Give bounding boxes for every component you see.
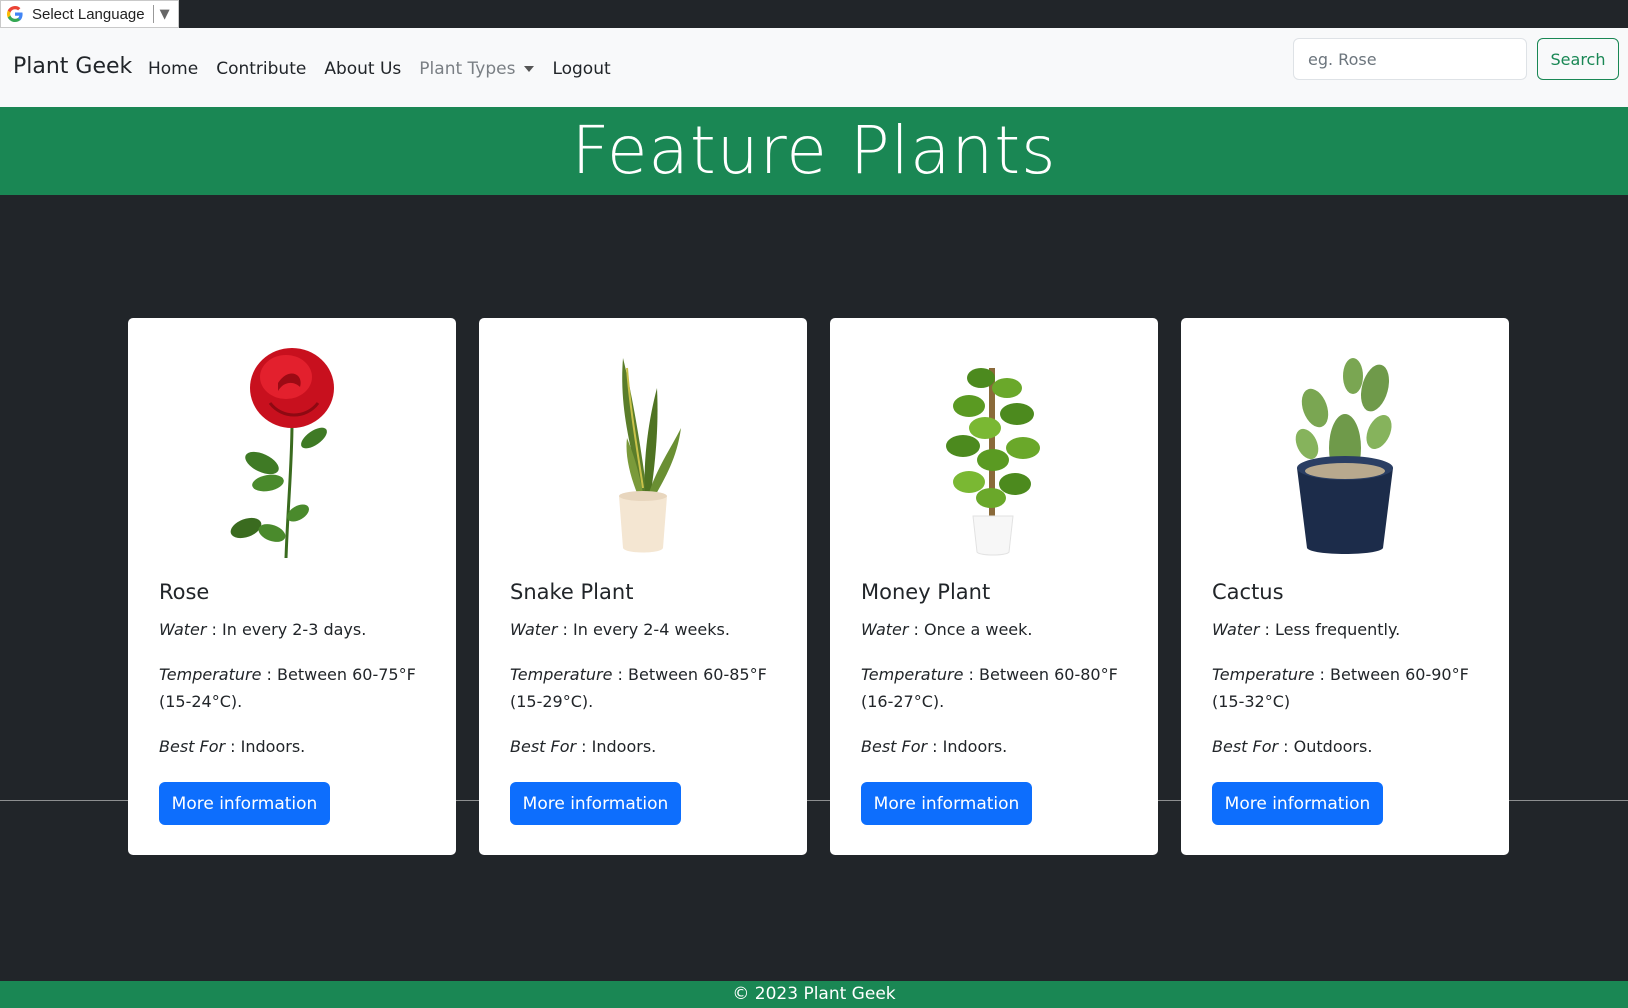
- plant-card-money-plant: Money Plant Water : Once a week. Tempera…: [830, 318, 1158, 855]
- water-key: Water: [510, 620, 558, 639]
- search-button[interactable]: Search: [1537, 38, 1619, 80]
- nav-plant-types-dropdown[interactable]: Plant Types: [419, 59, 535, 79]
- water-value: : Once a week.: [908, 620, 1033, 639]
- temperature-key: Temperature: [510, 665, 613, 684]
- card-temperature: Temperature : Between 60-90°F (15-32°C): [1212, 661, 1487, 715]
- card-water: Water : In every 2-4 weeks.: [510, 616, 785, 643]
- water-value: : In every 2-4 weeks.: [557, 620, 730, 639]
- plant-card-cactus: Cactus Water : Less frequently. Temperat…: [1181, 318, 1509, 855]
- nav-links: Home Contribute About Us Plant Types Log…: [148, 59, 629, 79]
- more-information-button[interactable]: More information: [159, 782, 330, 825]
- best-for-key: Best For: [861, 737, 928, 756]
- google-g-icon: [4, 3, 26, 25]
- best-for-value: : Indoors.: [927, 737, 1008, 756]
- card-title: Snake Plant: [510, 580, 634, 604]
- water-key: Water: [861, 620, 909, 639]
- card-title: Cactus: [1212, 580, 1284, 604]
- snake-plant-image: [479, 338, 807, 568]
- card-best-for: Best For : Outdoors.: [1212, 733, 1487, 760]
- rose-image: [128, 338, 456, 568]
- navbar: Plant Geek Home Contribute About Us Plan…: [0, 28, 1628, 107]
- nav-contribute[interactable]: Contribute: [216, 59, 306, 79]
- more-information-button[interactable]: More information: [1212, 782, 1383, 825]
- card-body: Rose Water : In every 2-3 days. Temperat…: [159, 580, 434, 778]
- nav-about-us[interactable]: About Us: [324, 59, 401, 79]
- card-best-for: Best For : Indoors.: [159, 733, 434, 760]
- nav-logout[interactable]: Logout: [552, 59, 610, 79]
- more-information-button[interactable]: More information: [510, 782, 681, 825]
- language-selector[interactable]: Select Language ▼: [0, 0, 179, 28]
- temperature-key: Temperature: [1212, 665, 1315, 684]
- water-key: Water: [1212, 620, 1260, 639]
- water-value: : Less frequently.: [1259, 620, 1401, 639]
- separator: [152, 5, 154, 23]
- page-title: Feature Plants: [571, 112, 1057, 189]
- card-temperature: Temperature : Between 60-85°F (15-29°C).: [510, 661, 785, 715]
- card-title: Money Plant: [861, 580, 991, 604]
- best-for-value: : Indoors.: [225, 737, 306, 756]
- select-language-label: Select Language: [32, 5, 145, 23]
- best-for-value: : Indoors.: [576, 737, 657, 756]
- card-best-for: Best For : Indoors.: [510, 733, 785, 760]
- card-temperature: Temperature : Between 60-75°F (15-24°C).: [159, 661, 434, 715]
- cactus-image: [1181, 338, 1509, 568]
- best-for-key: Best For: [1212, 737, 1279, 756]
- brand-logo[interactable]: Plant Geek: [13, 54, 132, 79]
- copyright-text: © 2023 Plant Geek: [732, 984, 896, 1004]
- card-best-for: Best For : Indoors.: [861, 733, 1136, 760]
- nav-home[interactable]: Home: [148, 59, 198, 79]
- best-for-key: Best For: [510, 737, 577, 756]
- dropdown-arrow-icon: ▼: [159, 6, 170, 22]
- plant-card-snake-plant: Snake Plant Water : In every 2-4 weeks. …: [479, 318, 807, 855]
- caret-down-icon: [524, 66, 535, 72]
- water-value: : In every 2-3 days.: [206, 620, 367, 639]
- card-title: Rose: [159, 580, 210, 604]
- card-body: Snake Plant Water : In every 2-4 weeks. …: [510, 580, 785, 778]
- card-water: Water : In every 2-3 days.: [159, 616, 434, 643]
- hero-banner: Feature Plants: [0, 107, 1628, 195]
- footer: © 2023 Plant Geek: [0, 981, 1628, 1008]
- plant-card-rose: Rose Water : In every 2-3 days. Temperat…: [128, 318, 456, 855]
- money-plant-image: [830, 338, 1158, 568]
- water-key: Water: [159, 620, 207, 639]
- card-temperature: Temperature : Between 60-80°F (16-27°C).: [861, 661, 1136, 715]
- temperature-key: Temperature: [159, 665, 262, 684]
- card-body: Money Plant Water : Once a week. Tempera…: [861, 580, 1136, 778]
- temperature-key: Temperature: [861, 665, 964, 684]
- best-for-value: : Outdoors.: [1278, 737, 1373, 756]
- top-bar: Select Language ▼: [0, 0, 1628, 28]
- best-for-key: Best For: [159, 737, 226, 756]
- card-body: Cactus Water : Less frequently. Temperat…: [1212, 580, 1487, 778]
- card-water: Water : Less frequently.: [1212, 616, 1487, 643]
- more-information-button[interactable]: More information: [861, 782, 1032, 825]
- nav-plant-types-label: Plant Types: [419, 59, 516, 79]
- search-input[interactable]: [1293, 38, 1527, 80]
- card-water: Water : Once a week.: [861, 616, 1136, 643]
